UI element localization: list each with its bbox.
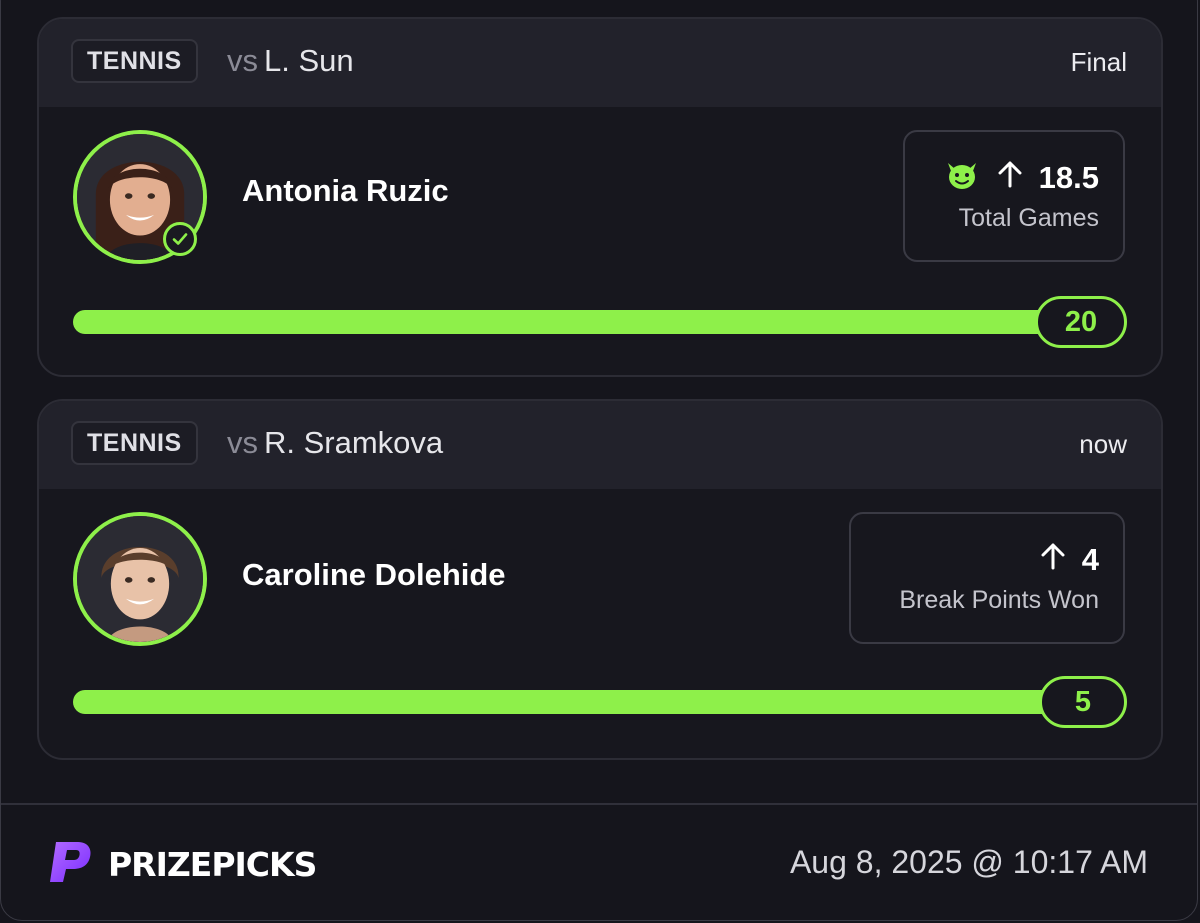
stat-type-label: Total Games — [958, 204, 1099, 232]
progress-bar: 20 — [73, 296, 1127, 348]
opponent-name: L. Sun — [264, 43, 354, 78]
progress-fill — [73, 310, 1087, 334]
stat-projection-box: 4 Break Points Won — [849, 512, 1125, 644]
sport-tag: TENNIS — [71, 421, 198, 465]
vs-label: vs — [227, 425, 258, 460]
avatar — [73, 512, 207, 646]
progress-fill — [73, 690, 1087, 714]
opponent-label: vs R. Sramkova — [227, 423, 443, 463]
player-photo — [77, 516, 203, 642]
prizepicks-logo: PRIZEPICKS — [48, 840, 317, 889]
arrow-up-icon — [1038, 541, 1068, 579]
result-value-pill: 5 — [1039, 676, 1127, 728]
vs-label: vs — [227, 43, 258, 78]
progress-bar: 5 — [73, 676, 1127, 728]
opponent-name: R. Sramkova — [264, 425, 444, 460]
stat-line-value: 4 — [1081, 542, 1099, 577]
pick-card: TENNIS vs R. Sramkova now Caroline Dolehi… — [37, 399, 1163, 760]
player-name: Antonia Ruzic — [242, 173, 449, 208]
share-timestamp: Aug 8, 2025 @ 10:17 AM — [789, 844, 1148, 880]
stat-projection-box: 18.5 Total Games — [903, 130, 1125, 262]
player-avatar-wrap — [73, 130, 207, 264]
stat-type-label: Break Points Won — [899, 586, 1099, 614]
stat-line: 18.5 — [943, 158, 1099, 198]
opponent-label: vs L. Sun — [227, 41, 354, 81]
game-status: Final — [1070, 47, 1127, 77]
player-name: Caroline Dolehide — [242, 557, 506, 592]
card-header: TENNIS vs R. Sramkova now — [39, 401, 1161, 489]
brand-name: PRIZEPICKS — [108, 844, 317, 884]
player-avatar-wrap — [73, 512, 207, 646]
check-icon — [163, 222, 197, 256]
prizepicks-logo-icon — [48, 840, 94, 889]
card-header: TENNIS vs L. Sun Final — [39, 19, 1161, 107]
stat-line-value: 18.5 — [1038, 160, 1099, 195]
stat-line: 4 — [1038, 540, 1099, 580]
footer-divider — [1, 803, 1197, 805]
result-value-pill: 20 — [1035, 296, 1127, 348]
sport-tag: TENNIS — [71, 39, 198, 83]
pick-card: TENNIS vs L. Sun Final Antonia Ruzic 18.… — [37, 17, 1163, 377]
goblin-icon — [943, 157, 981, 199]
game-status: now — [1079, 429, 1127, 459]
arrow-up-icon — [995, 159, 1025, 197]
